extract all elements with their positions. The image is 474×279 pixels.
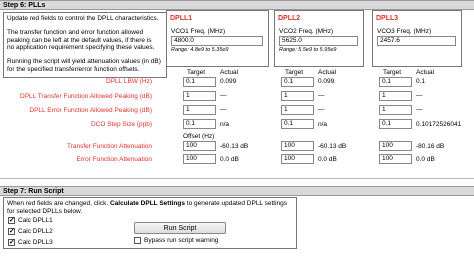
dpll2-dco-target[interactable]: 0.1 <box>281 119 314 129</box>
vco2-label: VCO2 Freq. (MHz) <box>279 28 334 35</box>
bypass-warning-label: Bypass run script warning <box>144 237 219 244</box>
dpll3-dco-actual: 0.10172526041 <box>416 121 462 128</box>
dpll2-tf-result: -60.13 dB <box>318 143 347 150</box>
dpll3-ef-offset[interactable]: 100 <box>379 154 412 164</box>
dpll1-ef-result: 0.0 dB <box>220 156 239 163</box>
run-script-box: When red fields are changed, click. Calc… <box>3 197 297 249</box>
dpll2-lbw-target[interactable]: 0.1 <box>281 77 314 87</box>
dpll3-lbw-actual: 0.1 <box>416 78 426 85</box>
run-script-button[interactable]: Run Script <box>134 222 226 234</box>
dpll3-tf-peak-target[interactable]: 1 <box>379 91 412 101</box>
section-divider <box>0 178 474 179</box>
run-note-2: for selected DPLLs below. <box>7 207 83 215</box>
calc-dpll1-label: Calc DPLL1 <box>18 217 53 224</box>
run-note-1: Running the script will yield attenuatio… <box>7 58 161 65</box>
dpll1-lbw-target[interactable]: 0.1 <box>183 77 216 87</box>
dpll3-ef-peak-actual: — <box>416 106 423 113</box>
dpll2-title: DPLL2 <box>278 15 301 22</box>
dpll2-actual-header: Actual <box>318 69 337 76</box>
dpll3-tf-result: -80.16 dB <box>416 143 445 150</box>
dpll2-ef-peak-target[interactable]: 1 <box>281 105 314 115</box>
dpll2-tf-offset[interactable]: 100 <box>281 141 314 151</box>
dpll3-tf-peak-actual: — <box>416 92 423 99</box>
step7-header: Step 7: Run Script <box>0 186 474 196</box>
dpll1-dco-target[interactable]: 0.1 <box>183 119 216 129</box>
dpll1-lbw-actual: 0.099 <box>220 78 237 85</box>
dpll1-actual-header: Actual <box>220 69 239 76</box>
dpll1-dco-actual: n/a <box>220 121 230 128</box>
dco-label: DCO Step Size (ppb) <box>90 121 152 128</box>
intro-text: Update red fields to control the DPLL ch… <box>7 15 159 22</box>
calc-dpll2-checkbox[interactable]: ✓ <box>8 228 15 235</box>
dpll2-ef-peak-actual: — <box>318 106 325 113</box>
calc-dpll1-checkbox[interactable]: ✓ <box>8 217 15 224</box>
dpll3-lbw-target[interactable]: 0.1 <box>379 77 412 87</box>
vco1-range: Range: 4.8e9 to 5.35e9 <box>171 47 229 53</box>
dpll1-panel: DPLL1 VCO1 Freq. (MHz) 4800.0 Range: 4.8… <box>166 10 269 67</box>
dpll3-panel: DPLL3 VCO3 Freq. (MHz) 2457.6 <box>372 10 462 67</box>
bypass-warning-checkbox[interactable] <box>134 237 141 244</box>
dpll1-tf-result: -60.13 dB <box>220 143 249 150</box>
dpll2-ef-offset[interactable]: 100 <box>281 154 314 164</box>
dpll1-ef-peak-target[interactable]: 1 <box>183 105 216 115</box>
dpll1-ef-offset[interactable]: 100 <box>183 154 216 164</box>
vco1-input[interactable]: 4800.0 <box>171 36 263 46</box>
run-note-2: for the specified transfer/error functio… <box>7 65 140 73</box>
dpll1-title: DPLL1 <box>170 15 193 22</box>
dpll2-ef-result: 0.0 dB <box>318 156 337 163</box>
dpll3-ef-peak-target[interactable]: 1 <box>379 105 412 115</box>
dpll3-actual-header: Actual <box>416 69 435 76</box>
dpll2-tf-peak-actual: — <box>318 92 325 99</box>
vco1-label: VCO1 Freq. (MHz) <box>171 28 226 35</box>
dpll1-ef-peak-actual: — <box>220 106 227 113</box>
info-box: Update red fields to control the DPLL ch… <box>3 12 167 78</box>
dpll3-target-header: Target <box>383 69 402 76</box>
vco2-input[interactable]: 5625.0 <box>279 36 358 46</box>
offset-header: Offset (Hz) <box>183 133 215 140</box>
tf-peak-label: DPLL Transfer Function Allowed Peaking (… <box>20 93 152 100</box>
dpll3-title: DPLL3 <box>376 15 399 22</box>
calc-dpll3-label: Calc DPLL3 <box>18 239 53 246</box>
tf-note-1: The transfer function and error function… <box>7 29 144 36</box>
dpll1-tf-peak-actual: — <box>220 92 227 99</box>
run-note-pre: When red fields are changed, click. <box>7 200 110 207</box>
calc-dpll2-label: Calc DPLL2 <box>18 228 53 235</box>
dpll3-ef-result: 0.0 dB <box>416 156 435 163</box>
vco2-range: Range: 5.5e9 to 5.95e9 <box>279 47 337 53</box>
dpll2-panel: DPLL2 VCO2 Freq. (MHz) 5625.0 Range: 5.5… <box>274 10 364 67</box>
calc-dpll3-checkbox[interactable]: ✓ <box>8 239 15 246</box>
run-note-post: to generate updated DPLL settings <box>184 200 288 207</box>
dpll1-tf-offset[interactable]: 100 <box>183 141 216 151</box>
vco3-label: VCO3 Freq. (MHz) <box>377 28 432 35</box>
run-note-bold: Calculate DPLL Settings <box>109 200 185 207</box>
step6-header: Step 6: PLLs <box>0 0 474 10</box>
dpll2-tf-peak-target[interactable]: 1 <box>281 91 314 101</box>
tf-atten-label: Transfer Function Attenuation <box>66 143 152 150</box>
dpll2-dco-actual: n/a <box>318 121 328 128</box>
dpll3-tf-offset[interactable]: 100 <box>379 141 412 151</box>
dpll2-target-header: Target <box>285 69 304 76</box>
vco3-input[interactable]: 2457.6 <box>377 36 456 46</box>
ef-atten-label: Error Function Attenuation <box>76 156 152 163</box>
dpll1-target-header: Target <box>187 69 206 76</box>
dpll2-lbw-actual: 0.099 <box>318 78 335 85</box>
lbw-label: DPLL LBW (Hz) <box>106 78 152 85</box>
run-note: When red fields are changed, click. Calc… <box>7 200 287 208</box>
tf-note-2: peaking can be left at the default value… <box>7 36 152 44</box>
dpll3-dco-target[interactable]: 0.1 <box>379 119 412 129</box>
ef-peak-label: DPLL Error Function Allowed Peaking (dB) <box>29 107 152 114</box>
dpll1-tf-peak-target[interactable]: 1 <box>183 91 216 101</box>
tf-note-3: no application requirement specifying th… <box>7 44 155 51</box>
